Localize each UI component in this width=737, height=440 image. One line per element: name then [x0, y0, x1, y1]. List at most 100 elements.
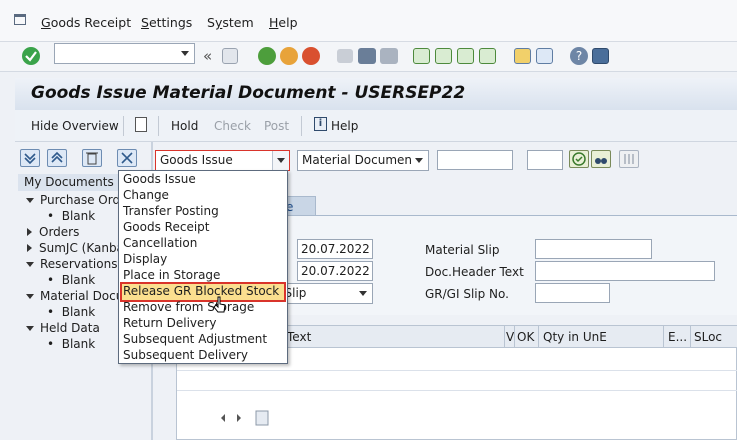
column-header-v[interactable]: V [506, 330, 514, 344]
column-header-e[interactable]: E... [668, 330, 687, 344]
next-page-icon[interactable] [457, 48, 474, 64]
divider [158, 116, 159, 136]
shortcut-icon[interactable] [536, 48, 553, 64]
tree-leaf-blank[interactable]: • Blank [47, 273, 95, 287]
new-document-icon[interactable] [135, 117, 147, 132]
expanded-icon[interactable] [26, 294, 34, 299]
exit-icon[interactable] [280, 47, 298, 65]
material-slip-input[interactable] [535, 239, 652, 259]
menu-settings[interactable]: Settings [141, 15, 192, 30]
prev-page-icon[interactable] [435, 48, 452, 64]
hide-overview-button[interactable]: Hide Overview [31, 119, 119, 133]
column-divider [663, 326, 664, 348]
tree-node-purchase-orders[interactable]: Purchase Orde [26, 193, 127, 207]
menu-help[interactable]: Help [269, 15, 298, 30]
binoculars-icon[interactable] [591, 150, 611, 168]
document-date-input[interactable]: 20.07.2022 [297, 239, 373, 259]
collapsed-icon[interactable] [27, 244, 32, 252]
column-header-text[interactable]: Text [287, 330, 311, 344]
tree-leaf-blank[interactable]: • Blank [47, 337, 95, 351]
collapse-all-icon[interactable] [47, 149, 67, 167]
expand-all-icon[interactable] [20, 149, 40, 167]
enter-icon[interactable] [22, 47, 40, 65]
find-next-icon[interactable] [380, 48, 398, 64]
last-page-icon[interactable] [479, 48, 496, 64]
close-icon[interactable] [117, 149, 137, 167]
post-button[interactable]: Post [264, 119, 289, 133]
column-divider [690, 326, 691, 348]
back-icon[interactable]: « [203, 47, 223, 67]
expanded-icon[interactable] [26, 198, 34, 203]
help-button[interactable]: Help [331, 119, 358, 133]
gr-gi-slip-input[interactable] [535, 283, 610, 303]
horizontal-scrollbar[interactable] [220, 410, 737, 426]
help-icon[interactable]: ? [570, 47, 588, 65]
option-display[interactable]: Display [123, 252, 167, 266]
chevron-down-icon[interactable] [181, 51, 189, 56]
reference-select[interactable]: Material Document [297, 150, 429, 171]
option-goods-receipt[interactable]: Goods Receipt [123, 220, 209, 234]
check-button[interactable]: Check [214, 119, 251, 133]
tree-leaf-blank[interactable]: • Blank [47, 305, 95, 319]
doc-header-text-input[interactable] [535, 261, 715, 281]
option-return-delivery[interactable]: Return Delivery [123, 316, 216, 330]
tree-node-reservations[interactable]: Reservations [26, 257, 117, 271]
option-remove-from-storage[interactable]: Remove from Storage [123, 300, 254, 314]
table-row[interactable] [177, 390, 737, 391]
menu-bar: Goods Receipt Settings System Help [0, 0, 737, 42]
tree-node-held-data[interactable]: Held Data [26, 321, 100, 335]
expanded-icon[interactable] [26, 262, 34, 267]
hold-button[interactable]: Hold [171, 119, 198, 133]
execute-icon[interactable] [569, 150, 589, 168]
divider [123, 116, 124, 136]
print-icon[interactable] [337, 49, 353, 63]
chevron-down-icon[interactable] [411, 151, 428, 170]
posting-date-input[interactable]: 20.07.2022 [297, 261, 373, 281]
delete-icon[interactable] [82, 149, 102, 167]
new-session-icon[interactable] [514, 48, 531, 64]
collapsed-icon[interactable] [27, 228, 32, 236]
menu-goods-receipt[interactable]: Goods Receipt [41, 15, 131, 30]
table-row[interactable] [177, 370, 737, 371]
find-icon[interactable] [358, 48, 376, 64]
action-select[interactable]: Goods Issue [155, 150, 290, 171]
option-subsequent-delivery[interactable]: Subsequent Delivery [123, 348, 248, 362]
document-year-input[interactable] [527, 150, 563, 170]
expanded-icon[interactable] [26, 326, 34, 331]
column-header-ok[interactable]: OK [517, 330, 534, 344]
command-field[interactable] [54, 43, 195, 64]
page-title: Goods Issue Material Document - USERSEP2… [31, 83, 466, 103]
gr-gi-slip-label: GR/GI Slip No. [425, 287, 509, 301]
system-menu-icon[interactable] [14, 14, 26, 25]
action-dropdown-list: Goods Issue Change Transfer Posting Good… [118, 170, 288, 364]
doc-header-text-label: Doc.Header Text [425, 265, 524, 279]
option-goods-issue[interactable]: Goods Issue [123, 172, 196, 186]
mouse-cursor-icon [213, 296, 227, 317]
option-subsequent-adjustment[interactable]: Subsequent Adjustment [123, 332, 267, 346]
tree-leaf-blank[interactable]: • Blank [47, 209, 95, 223]
title-bar: Goods Issue Material Document - USERSEP2… [15, 78, 737, 110]
cancel-icon[interactable] [302, 47, 320, 65]
option-transfer-posting[interactable]: Transfer Posting [123, 204, 219, 218]
info-icon[interactable]: i [314, 117, 327, 131]
divider [301, 116, 302, 136]
tree-node-orders[interactable]: Orders [27, 225, 79, 239]
table-settings-icon[interactable] [619, 150, 639, 168]
first-page-icon[interactable] [413, 48, 430, 64]
document-number-input[interactable] [437, 150, 513, 170]
option-place-in-storage[interactable]: Place in Storage [123, 268, 220, 282]
option-cancellation[interactable]: Cancellation [123, 236, 197, 250]
layout-icon[interactable] [592, 48, 609, 64]
column-header-sloc[interactable]: SLoc [694, 330, 722, 344]
option-release-gr-blocked-stock[interactable]: Release GR Blocked Stock [123, 284, 279, 298]
menu-system[interactable]: System [207, 15, 254, 30]
save-icon[interactable] [222, 48, 238, 64]
material-slip-label: Material Slip [425, 243, 500, 257]
back-green-icon[interactable] [258, 47, 276, 65]
tree-node-sumjc[interactable]: SumJC (Kanba [27, 241, 124, 255]
chevron-down-icon[interactable] [272, 151, 289, 170]
option-change[interactable]: Change [123, 188, 169, 202]
application-toolbar: Hide Overview Hold Check Post i Help [15, 110, 737, 142]
column-header-qty[interactable]: Qty in UnE [543, 330, 607, 344]
chevron-down-icon[interactable] [355, 284, 372, 303]
